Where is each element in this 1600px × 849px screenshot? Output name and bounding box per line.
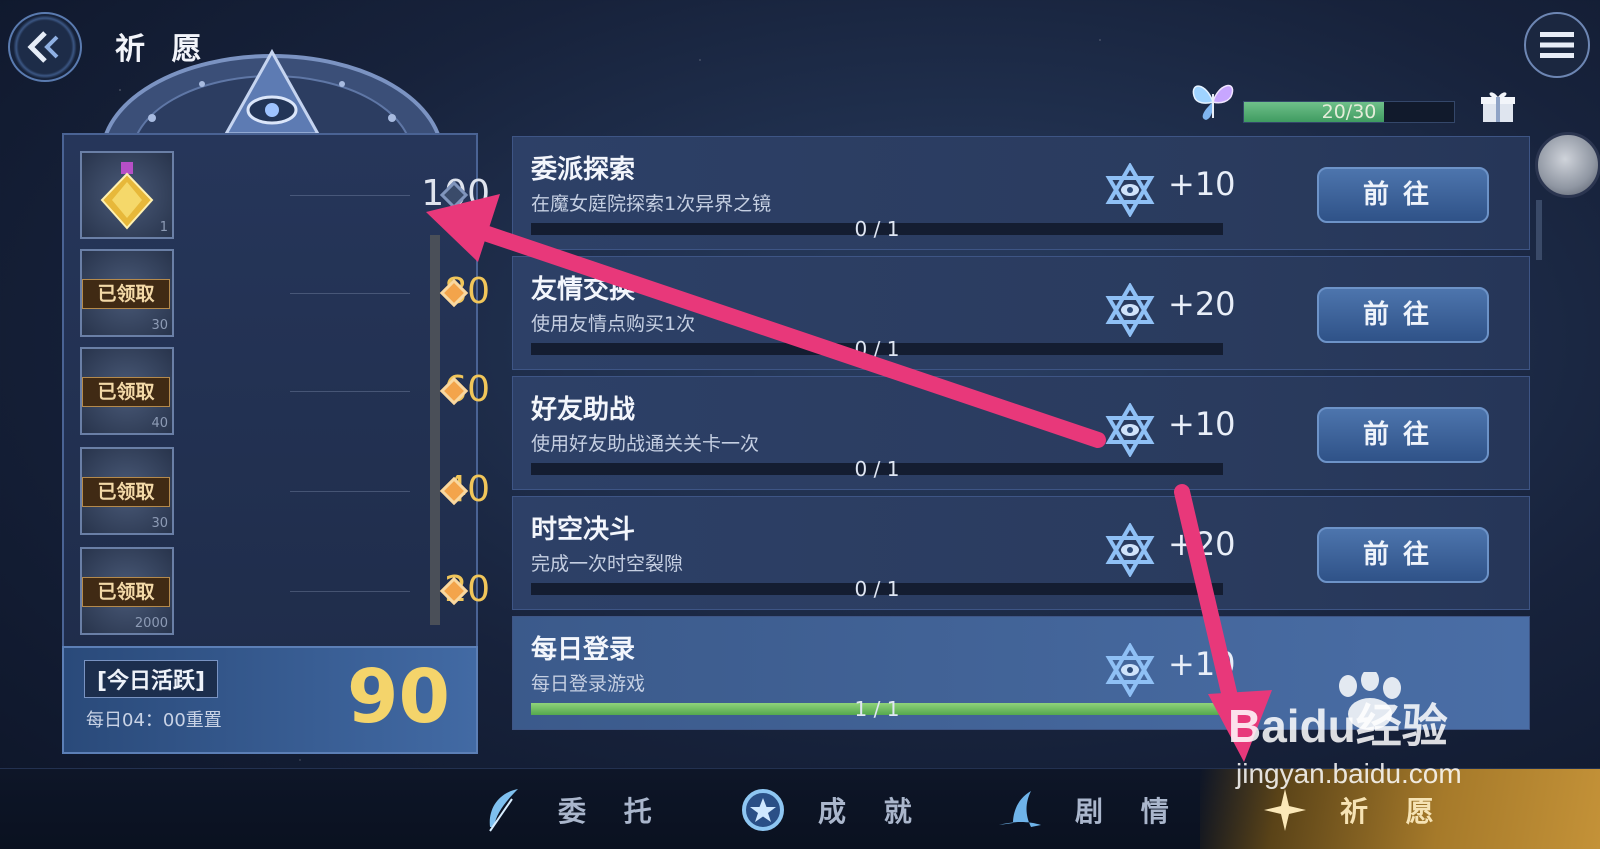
reward-item[interactable]: 已领取 40 bbox=[80, 347, 174, 435]
reward-item[interactable]: 已领取 30 bbox=[80, 447, 174, 535]
hamburger-icon bbox=[1540, 32, 1574, 58]
reward-count: 1 bbox=[159, 220, 168, 235]
energy-text: 20/30 bbox=[1321, 101, 1377, 123]
claimed-tag: 已领取 bbox=[82, 279, 170, 309]
reward-count: 2000 bbox=[134, 616, 168, 631]
task-title: 每日登录 bbox=[531, 635, 636, 665]
hexagram-eye-icon bbox=[1105, 163, 1155, 217]
baidu-watermark: Baidu经验 jingyan.baidu.com bbox=[1228, 672, 1568, 792]
daily-activity-box: [今日活跃] 每日04：00重置 90 bbox=[62, 646, 478, 754]
task-description: 完成一次时空裂隙 bbox=[531, 553, 684, 575]
menu-button[interactable] bbox=[1524, 12, 1590, 78]
task-description: 每日登录游戏 bbox=[531, 673, 646, 695]
scroll-handle[interactable] bbox=[1535, 132, 1600, 198]
tab-label: 祈 愿 bbox=[1340, 794, 1448, 828]
task-title: 好友助战 bbox=[531, 395, 636, 425]
reward-item[interactable]: 已领取 30 bbox=[80, 249, 174, 337]
task-row: 委派探索 在魔女庭院探索1次异界之镜 0 / 1 +10 前往 bbox=[512, 136, 1530, 250]
task-row: 好友助战 使用好友助战通关关卡一次 0 / 1 +10 前往 bbox=[512, 376, 1530, 490]
hexagram-eye-icon bbox=[1105, 283, 1155, 337]
reward-count: 30 bbox=[151, 516, 168, 531]
reward-item[interactable]: 已领取 2000 bbox=[80, 547, 174, 635]
task-progress-text: 0 / 1 bbox=[854, 457, 900, 481]
task-row: 友情交换 使用友情点购买1次 0 / 1 +20 前往 bbox=[512, 256, 1530, 370]
task-progress-text: 0 / 1 bbox=[854, 337, 900, 361]
tab-label: 成 就 bbox=[818, 794, 926, 828]
activity-points: 90 bbox=[347, 654, 450, 740]
task-progress-text: 0 / 1 bbox=[854, 217, 900, 241]
task-description: 使用好友助战通关关卡一次 bbox=[531, 433, 760, 455]
tab-commission[interactable]: 委 托 bbox=[478, 769, 666, 849]
activity-label: [今日活跃] bbox=[84, 660, 219, 698]
task-points: +20 bbox=[1168, 525, 1236, 563]
claimed-tag: 已领取 bbox=[82, 477, 170, 507]
activity-reset-time: 每日04：00重置 bbox=[86, 710, 222, 731]
back-button[interactable] bbox=[8, 12, 82, 82]
back-arrow-icon bbox=[27, 31, 59, 63]
task-progress-text: 0 / 1 bbox=[854, 577, 900, 601]
goto-button[interactable]: 前往 bbox=[1317, 167, 1489, 223]
reward-row-80: 已领取 30 80 bbox=[80, 249, 490, 345]
watermark-url: jingyan.baidu.com bbox=[1236, 758, 1462, 789]
task-title: 委派探索 bbox=[531, 155, 636, 185]
feather-icon bbox=[489, 788, 518, 832]
star-icon bbox=[1264, 788, 1306, 831]
reward-count: 40 bbox=[151, 416, 168, 431]
reward-count: 30 bbox=[151, 318, 168, 333]
task-points: +10 bbox=[1168, 165, 1236, 203]
hexagram-eye-icon bbox=[1105, 403, 1155, 457]
scroll-track[interactable] bbox=[1536, 200, 1542, 260]
hexagram-eye-icon bbox=[1105, 643, 1155, 697]
claimed-tag: 已领取 bbox=[82, 577, 170, 607]
goto-button[interactable]: 前往 bbox=[1317, 527, 1489, 583]
reward-row-100: 1 100 bbox=[80, 151, 490, 247]
medal-icon bbox=[742, 788, 784, 831]
hexagram-eye-icon bbox=[1105, 523, 1155, 577]
watermark-brand: Baidu经验 bbox=[1228, 700, 1448, 752]
reward-row-20: 已领取 2000 20 bbox=[80, 547, 490, 643]
reward-item-potion[interactable]: 1 bbox=[80, 151, 174, 239]
task-points: +10 bbox=[1168, 645, 1236, 683]
reward-row-40: 已领取 30 40 bbox=[80, 447, 490, 543]
goto-button[interactable]: 前往 bbox=[1317, 287, 1489, 343]
task-points: +10 bbox=[1168, 405, 1236, 443]
task-description: 使用友情点购买1次 bbox=[531, 313, 696, 335]
gift-icon[interactable] bbox=[1480, 88, 1516, 124]
butterfly-icon bbox=[1192, 84, 1234, 120]
tab-label: 剧 情 bbox=[1075, 794, 1183, 828]
tab-story[interactable]: 剧 情 bbox=[995, 769, 1183, 849]
task-title: 时空决斗 bbox=[531, 515, 636, 545]
goto-button[interactable]: 前往 bbox=[1317, 407, 1489, 463]
claimed-tag: 已领取 bbox=[82, 377, 170, 407]
task-progress-text: 1 / 1 bbox=[854, 697, 900, 721]
task-description: 在魔女庭院探索1次异界之镜 bbox=[531, 193, 772, 215]
witch-hat-icon bbox=[999, 790, 1041, 827]
task-row: 时空决斗 完成一次时空裂隙 0 / 1 +20 前往 bbox=[512, 496, 1530, 610]
tab-label: 委 托 bbox=[558, 794, 666, 828]
task-points: +20 bbox=[1168, 285, 1236, 323]
reward-row-60: 已领取 40 60 bbox=[80, 347, 490, 443]
tab-achievement[interactable]: 成 就 bbox=[738, 769, 926, 849]
task-title: 友情交换 bbox=[531, 275, 636, 305]
potion-icon bbox=[100, 162, 154, 230]
